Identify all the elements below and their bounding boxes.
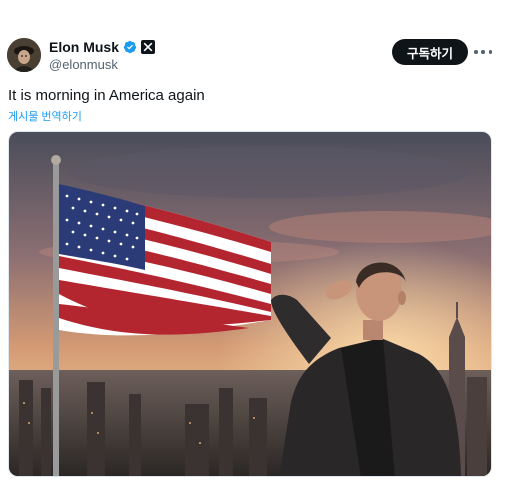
translate-post-link[interactable]: 게시물 번역하기 xyxy=(8,108,82,124)
x-badge-icon xyxy=(141,40,156,54)
author-display-name[interactable]: Elon Musk xyxy=(49,39,119,55)
avatar[interactable] xyxy=(7,38,41,72)
verified-badge-icon xyxy=(123,40,137,54)
subscribe-button[interactable]: 구독하기 xyxy=(392,39,468,65)
author-handle[interactable]: @elonmusk xyxy=(49,57,118,72)
tweet-post: Elon Musk @elonmusk 구독하기 It is morning i… xyxy=(0,0,505,497)
avatar-image xyxy=(7,38,41,72)
post-media-photo[interactable] xyxy=(8,131,492,477)
author-name-row: Elon Musk xyxy=(49,39,156,55)
more-icon[interactable] xyxy=(474,44,492,60)
photo-scene xyxy=(9,132,491,476)
post-text: It is morning in America again xyxy=(8,87,205,104)
